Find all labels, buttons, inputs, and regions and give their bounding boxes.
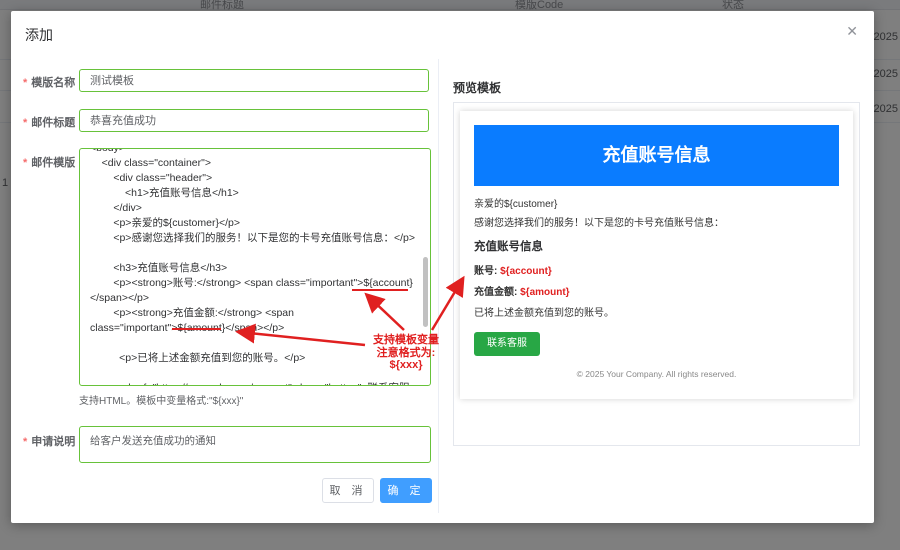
amount-label: 充值金额: (474, 287, 518, 298)
email-section-title: 充值账号信息 (474, 241, 543, 253)
amount-variable: ${amount} (520, 287, 570, 298)
annotation-line: ${xxx} (389, 359, 423, 371)
contact-support-button[interactable]: 联系客服 (474, 332, 540, 356)
code-line: <div class="container"> (90, 157, 211, 169)
account-label: 账号: (474, 266, 498, 277)
description-label: * 申请说明 (23, 436, 76, 448)
add-template-dialog: 添加 ✕ * 模版名称 测试模板 * 邮件标题 恭喜充值成功 * 邮件模版 <body… (11, 11, 874, 523)
code-line: <body> (90, 148, 126, 154)
description-textarea[interactable]: 给客户发送充值成功的通知 (79, 426, 431, 463)
code-line: <div class="header"> (90, 172, 213, 184)
mail-subject-label: * 邮件标题 (23, 117, 76, 129)
code-line: <h3>充值账号信息</h3> (90, 262, 228, 274)
template-hint: 支持HTML。模板中变量格式:"${xxx}" (79, 396, 244, 407)
close-icon[interactable]: ✕ (846, 23, 858, 40)
dialog-title: 添加 (25, 27, 53, 43)
email-preview-card: 充值账号信息 亲爱的${customer} 感谢您选择我们的服务！以下是您的卡号… (460, 111, 853, 399)
annotation-line: 注意格式为: (376, 346, 436, 359)
code-line: <p>感谢您选择我们的服务！以下是您的卡号充值账号信息：</p> (90, 232, 415, 244)
annotation-line: 支持模板变量 (373, 334, 439, 346)
code-line: <p><strong>账号:</strong> <span class="imp… (90, 277, 413, 289)
code-line: <a href="https://example.com/support" cl… (90, 381, 414, 385)
code-line: </div> (90, 202, 142, 214)
preview-title: 预览模板 (453, 81, 502, 95)
code-line: <p><strong>充值金额:</strong> <span (90, 307, 294, 319)
mail-template-label: * 邮件模版 (23, 157, 76, 169)
panel-divider (438, 59, 439, 513)
account-variable: ${account} (500, 266, 552, 277)
email-account-line: 账号: ${account} (474, 262, 552, 277)
template-name-input[interactable]: 测试模板 (79, 69, 429, 92)
template-name-label: * 模版名称 (23, 77, 76, 89)
cancel-button[interactable]: 取 消 (322, 478, 374, 503)
mail-subject-input[interactable]: 恭喜充值成功 (79, 109, 429, 132)
confirm-button[interactable]: 确 定 (380, 478, 432, 503)
email-footer: © 2025 Your Company. All rights reserved… (576, 369, 737, 379)
textarea-scrollbar[interactable] (423, 257, 428, 327)
email-done-text: 已将上述金额充值到您的账号。 (474, 308, 614, 319)
code-line: </span></p> (90, 292, 149, 304)
code-line: <h1>充值账号信息</h1> (90, 187, 239, 199)
email-header: 充值账号信息 (474, 125, 839, 186)
annotation-note: 支持模板变量 注意格式为: ${xxx} (361, 334, 451, 372)
email-intro: 感谢您选择我们的服务！以下是您的卡号充值账号信息： (474, 218, 724, 229)
email-amount-line: 充值金额: ${amount} (474, 283, 570, 298)
email-greeting: 亲爱的${customer} (474, 199, 558, 210)
code-line: <p>亲爱的${customer}</p> (90, 217, 240, 229)
preview-panel: 充值账号信息 亲爱的${customer} 感谢您选择我们的服务！以下是您的卡号… (453, 102, 860, 446)
